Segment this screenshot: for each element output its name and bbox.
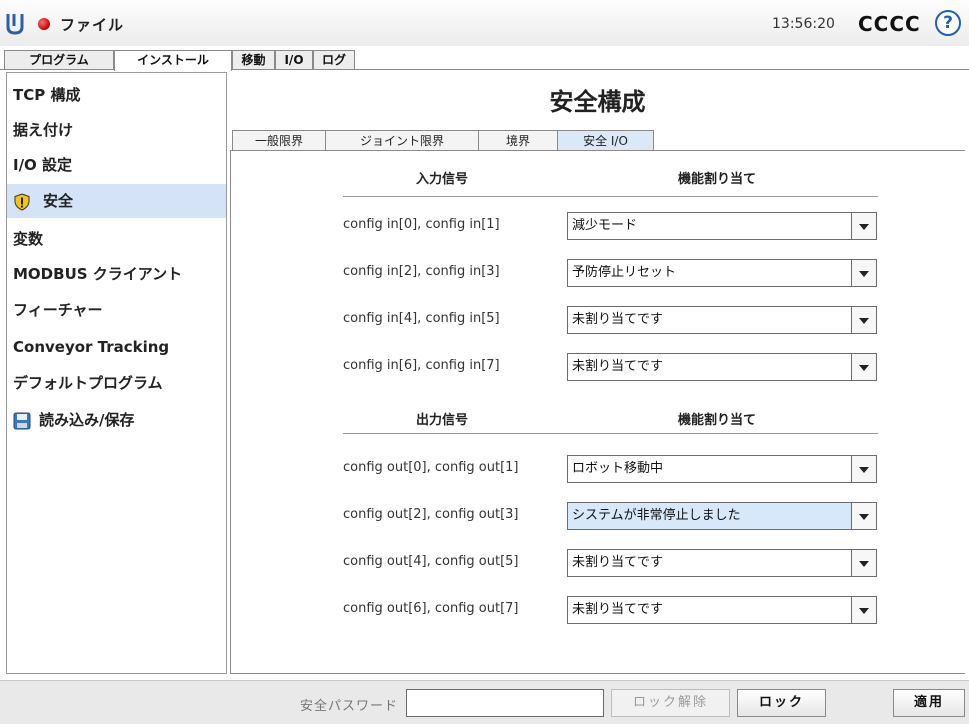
warning-icon — [14, 192, 30, 211]
page-title: 安全構成 — [549, 88, 646, 116]
tab-io[interactable]: I/O — [275, 50, 313, 69]
save-icon — [13, 412, 31, 429]
nav-item-tcp[interactable]: TCP 構成 — [7, 78, 226, 112]
nav-item-label: フィーチャー — [13, 301, 103, 319]
input-row-label: config in[4], config in[5] — [343, 311, 500, 326]
dropdown-arrow-icon[interactable] — [851, 260, 876, 286]
tab-log[interactable]: ログ — [313, 50, 355, 69]
nav-item-label: 安全 — [43, 192, 74, 210]
dropdown-arrow-icon[interactable] — [851, 307, 876, 333]
select-value: 未割り当てです — [572, 555, 664, 570]
status-indicator-icon — [38, 18, 50, 30]
output-function-select[interactable]: 未割り当てです — [567, 596, 877, 624]
file-menu[interactable]: ファイル — [60, 14, 124, 35]
nav-item-modbus[interactable]: MODBUS クライアント — [7, 257, 226, 291]
safety-tabs: 一般限界 ジョイント限界 境界 安全 I/O — [230, 130, 965, 150]
nav-item-label: MODBUS クライアント — [13, 265, 183, 283]
nav-item-variables[interactable]: 変数 — [7, 222, 226, 256]
input-function-select[interactable]: 予防停止リセット — [567, 259, 877, 287]
apply-button[interactable]: 適用 — [893, 689, 965, 717]
tab-installation[interactable]: インストール — [114, 50, 232, 71]
output-function-select[interactable]: 未割り当てです — [567, 549, 877, 577]
nav-item-safety[interactable]: 安全 — [7, 184, 226, 218]
nav-item-label: Conveyor Tracking — [13, 338, 170, 356]
tab-safety-io[interactable]: 安全 I/O — [557, 130, 654, 150]
nav-item-label: 変数 — [13, 230, 44, 248]
nav-item-conveyor[interactable]: Conveyor Tracking — [7, 330, 226, 364]
output-function-select[interactable]: システムが非常停止しました — [567, 502, 877, 530]
input-row-label: config in[2], config in[3] — [343, 264, 500, 279]
output-function-header: 機能割り当て — [678, 413, 757, 428]
select-value: 未割り当てです — [572, 602, 664, 617]
select-value: ロボット移動中 — [572, 461, 664, 476]
password-input[interactable] — [406, 689, 604, 717]
nav-item-label: I/O 設定 — [13, 156, 73, 174]
input-function-select[interactable]: 未割り当てです — [567, 353, 877, 381]
installation-nav: TCP 構成 据え付け I/O 設定 安全 変数 MODBUS クライアント フ… — [6, 72, 227, 674]
nav-item-label: 据え付け — [13, 121, 74, 139]
input-function-header: 機能割り当て — [678, 172, 757, 187]
select-value: 減少モード — [572, 218, 638, 233]
output-function-select[interactable]: ロボット移動中 — [567, 455, 877, 483]
dropdown-arrow-icon[interactable] — [851, 354, 876, 380]
output-row-label: config out[2], config out[3] — [343, 507, 519, 522]
nav-item-load-save[interactable]: 読み込み/保存 — [7, 403, 226, 437]
select-value: システムが非常停止しました — [572, 508, 741, 523]
nav-item-label: 読み込み/保存 — [39, 411, 135, 429]
dropdown-arrow-icon[interactable] — [851, 213, 876, 239]
universal-robots-logo — [6, 14, 24, 35]
help-icon[interactable]: ? — [935, 10, 961, 36]
output-row-label: config out[0], config out[1] — [343, 460, 519, 475]
tab-program[interactable]: プログラム — [4, 50, 114, 69]
dropdown-arrow-icon[interactable] — [851, 597, 876, 623]
nav-item-mounting[interactable]: 据え付け — [7, 113, 226, 147]
output-signal-header: 出力信号 — [416, 413, 469, 428]
tab-boundaries[interactable]: 境界 — [478, 130, 557, 150]
input-row-label: config in[6], config in[7] — [343, 358, 500, 373]
input-function-select[interactable]: 減少モード — [567, 212, 877, 240]
safety-io-content: 入力信号 機能割り当て config in[0], config in[1] 減… — [230, 150, 965, 674]
dropdown-arrow-icon[interactable] — [851, 456, 876, 482]
output-row-label: config out[6], config out[7] — [343, 601, 519, 616]
output-row-label: config out[4], config out[5] — [343, 554, 519, 569]
tab-move[interactable]: 移動 — [232, 50, 275, 69]
dropdown-arrow-icon[interactable] — [851, 550, 876, 576]
input-row-label: config in[0], config in[1] — [343, 217, 500, 232]
select-value: 未割り当てです — [572, 312, 664, 327]
tab-joint-limits[interactable]: ジョイント限界 — [325, 130, 478, 150]
input-signal-header: 入力信号 — [416, 172, 469, 187]
output-header-rule — [343, 433, 878, 434]
input-header-rule — [343, 196, 878, 197]
nav-item-label: TCP 構成 — [13, 86, 81, 104]
robot-name: CCCC — [858, 12, 921, 36]
nav-item-io-setup[interactable]: I/O 設定 — [7, 148, 226, 182]
unlock-button[interactable]: ロック解除 — [611, 689, 730, 717]
nav-item-features[interactable]: フィーチャー — [7, 293, 226, 327]
tab-general-limits[interactable]: 一般限界 — [232, 130, 325, 150]
dropdown-arrow-icon[interactable] — [851, 503, 876, 529]
select-value: 予防停止リセット — [572, 265, 677, 280]
nav-item-label: デフォルトプログラム — [13, 374, 163, 392]
title-bar: ファイル 13:56:20 CCCC ? — [0, 0, 969, 46]
input-function-select[interactable]: 未割り当てです — [567, 306, 877, 334]
select-value: 未割り当てです — [572, 359, 664, 374]
bottom-bar: 安全パスワード ロック解除 ロック 適用 — [0, 680, 969, 724]
nav-item-default-program[interactable]: デフォルトプログラム — [7, 366, 226, 400]
safety-config-panel: 安全構成 一般限界 ジョイント限界 境界 安全 I/O 入力信号 機能割り当て … — [230, 72, 965, 674]
clock: 13:56:20 — [772, 16, 835, 32]
lock-button[interactable]: ロック — [737, 689, 826, 717]
password-label: 安全パスワード — [300, 699, 399, 714]
